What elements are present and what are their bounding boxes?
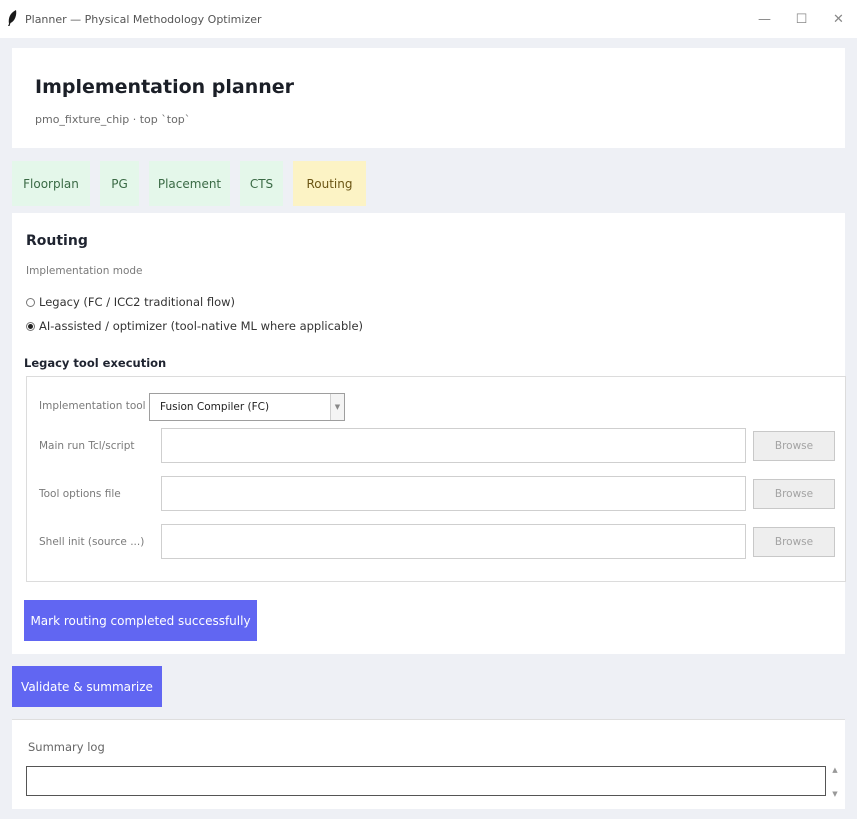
radio-legacy[interactable]: Legacy (FC / ICC2 traditional flow) bbox=[26, 295, 235, 309]
window-controls: — ☐ ✕ bbox=[746, 0, 857, 38]
stage-tabs: Floorplan PG Placement CTS Routing bbox=[12, 161, 376, 206]
scroll-down-icon[interactable]: ▼ bbox=[832, 790, 837, 798]
page-title: Implementation planner bbox=[35, 76, 295, 98]
legacy-section-title: Legacy tool execution bbox=[24, 356, 167, 370]
minimize-button[interactable]: — bbox=[746, 0, 783, 38]
shell-init-input[interactable] bbox=[161, 524, 746, 559]
routing-panel: Routing Implementation mode Legacy (FC /… bbox=[12, 213, 846, 654]
main-script-label: Main run Tcl/script bbox=[39, 440, 135, 452]
header-card: Implementation planner pmo_fixture_chip … bbox=[12, 48, 845, 148]
tool-select-value: Fusion Compiler (FC) bbox=[160, 401, 270, 413]
tool-label: Implementation tool bbox=[39, 400, 146, 412]
tool-options-input[interactable] bbox=[161, 476, 746, 511]
maximize-button[interactable]: ☐ bbox=[783, 0, 820, 38]
radio-legacy-label: Legacy (FC / ICC2 traditional flow) bbox=[39, 295, 236, 309]
feather-icon bbox=[8, 10, 17, 26]
tab-pg[interactable]: PG bbox=[100, 161, 139, 206]
main-script-browse-button[interactable]: Browse bbox=[753, 431, 835, 461]
summary-scrollbar[interactable]: ▲ ▼ bbox=[829, 766, 841, 798]
tab-cts[interactable]: CTS bbox=[240, 161, 283, 206]
summary-panel: Summary log ▲ ▼ bbox=[12, 719, 845, 809]
legacy-tool-group: Implementation tool Fusion Compiler (FC)… bbox=[26, 376, 846, 582]
radio-ai-label: AI-assisted / optimizer (tool-native ML … bbox=[39, 319, 364, 333]
summary-log-textarea[interactable] bbox=[26, 766, 826, 796]
tool-select[interactable]: Fusion Compiler (FC) ▼ bbox=[149, 393, 345, 421]
tool-options-label: Tool options file bbox=[39, 488, 121, 500]
shell-init-browse-button[interactable]: Browse bbox=[753, 527, 835, 557]
close-button[interactable]: ✕ bbox=[820, 0, 857, 38]
section-title: Routing bbox=[26, 233, 88, 249]
radio-ai-assisted[interactable]: AI-assisted / optimizer (tool-native ML … bbox=[26, 319, 363, 333]
tab-placement[interactable]: Placement bbox=[149, 161, 230, 206]
main-script-input[interactable] bbox=[161, 428, 746, 463]
page-subtitle: pmo_fixture_chip · top `top` bbox=[35, 113, 191, 126]
radio-checked-icon[interactable] bbox=[26, 321, 35, 331]
summary-log-label: Summary log bbox=[28, 740, 105, 754]
shell-init-label: Shell init (source ...) bbox=[39, 536, 145, 548]
tab-routing[interactable]: Routing bbox=[293, 161, 366, 206]
radio-unchecked-icon[interactable] bbox=[26, 297, 35, 307]
window-titlebar: Planner — Physical Methodology Optimizer… bbox=[0, 0, 857, 38]
mark-routing-complete-button[interactable]: Mark routing completed successfully bbox=[24, 600, 257, 641]
validate-summarize-button[interactable]: Validate & summarize bbox=[12, 666, 162, 707]
chevron-down-icon[interactable]: ▼ bbox=[330, 394, 344, 420]
mode-label: Implementation mode bbox=[26, 265, 143, 277]
window-title: Planner — Physical Methodology Optimizer bbox=[25, 13, 262, 26]
tab-floorplan[interactable]: Floorplan bbox=[12, 161, 90, 206]
tool-options-browse-button[interactable]: Browse bbox=[753, 479, 835, 509]
scroll-up-icon[interactable]: ▲ bbox=[832, 766, 837, 774]
